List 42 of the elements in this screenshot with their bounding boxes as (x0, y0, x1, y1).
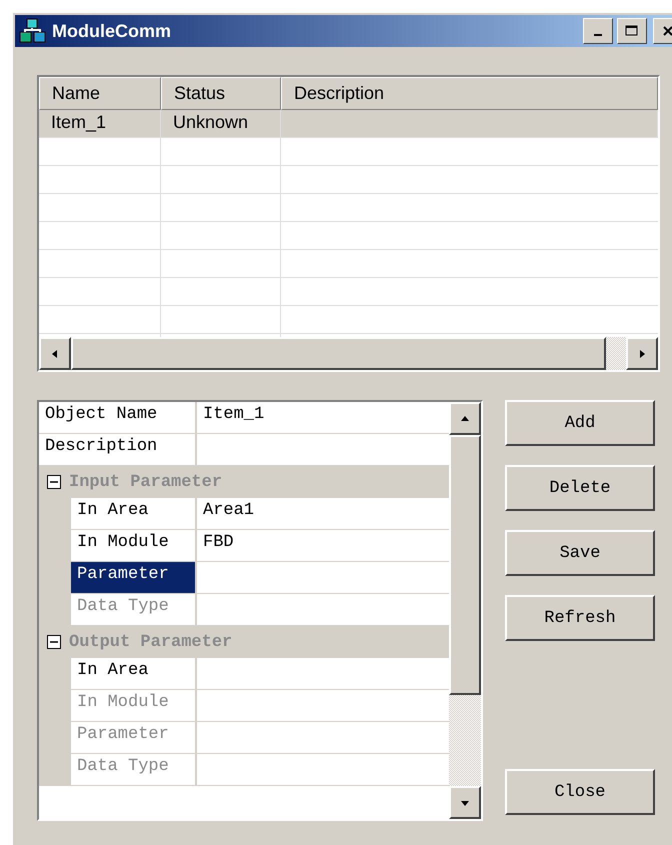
up-arrow-icon (460, 414, 470, 424)
action-button[interactable]: Refresh (505, 595, 655, 641)
scroll-up-button[interactable] (449, 402, 481, 435)
minimize-icon (594, 34, 602, 36)
category-label: Output Parameter (69, 632, 232, 652)
column-header[interactable]: Name (39, 77, 161, 110)
close-icon (662, 25, 672, 37)
column-header[interactable]: Status (161, 77, 281, 110)
right-arrow-icon (637, 348, 647, 358)
scroll-left-button[interactable] (39, 337, 71, 370)
property-row[interactable]: In Area Area1 (39, 498, 449, 530)
property-row[interactable]: Object Name Item_1 (39, 402, 449, 434)
action-button[interactable]: Delete (505, 465, 655, 511)
left-arrow-icon (50, 348, 60, 358)
list-row[interactable]: Item_1 Unknown (39, 110, 658, 138)
app-icon (18, 17, 48, 45)
scrollbar-track[interactable] (606, 337, 626, 370)
property-row[interactable]: In Area (39, 658, 449, 690)
property-value: Item_1 (202, 404, 266, 426)
collapse-icon[interactable] (47, 475, 61, 489)
action-button[interactable]: Add (505, 400, 655, 446)
property-label: Parameter (71, 562, 197, 593)
list-cell[interactable]: Unknown (161, 110, 281, 138)
action-button[interactable]: Save (505, 530, 655, 576)
list-cell[interactable]: Item_1 (39, 110, 161, 138)
maximize-button[interactable] (617, 18, 647, 44)
scroll-thumb[interactable] (449, 435, 481, 695)
property-value: Area1 (202, 500, 256, 522)
property-row[interactable]: Description (39, 434, 449, 466)
column-header[interactable]: Description (281, 77, 658, 110)
category-label: Input Parameter (69, 472, 222, 492)
scroll-down-button[interactable] (449, 786, 481, 819)
vertical-scrollbar[interactable] (449, 402, 481, 819)
maximize-icon (625, 25, 639, 37)
property-row[interactable]: In Module FBD (39, 530, 449, 562)
scroll-right-button[interactable] (626, 337, 658, 370)
window-title: ModuleComm (52, 20, 172, 42)
collapse-icon[interactable] (47, 635, 61, 649)
minimize-button[interactable] (583, 18, 613, 44)
close-dialog-button[interactable]: Close (505, 769, 655, 815)
property-row[interactable]: Parameter (39, 562, 449, 594)
property-value: FBD (202, 532, 235, 554)
